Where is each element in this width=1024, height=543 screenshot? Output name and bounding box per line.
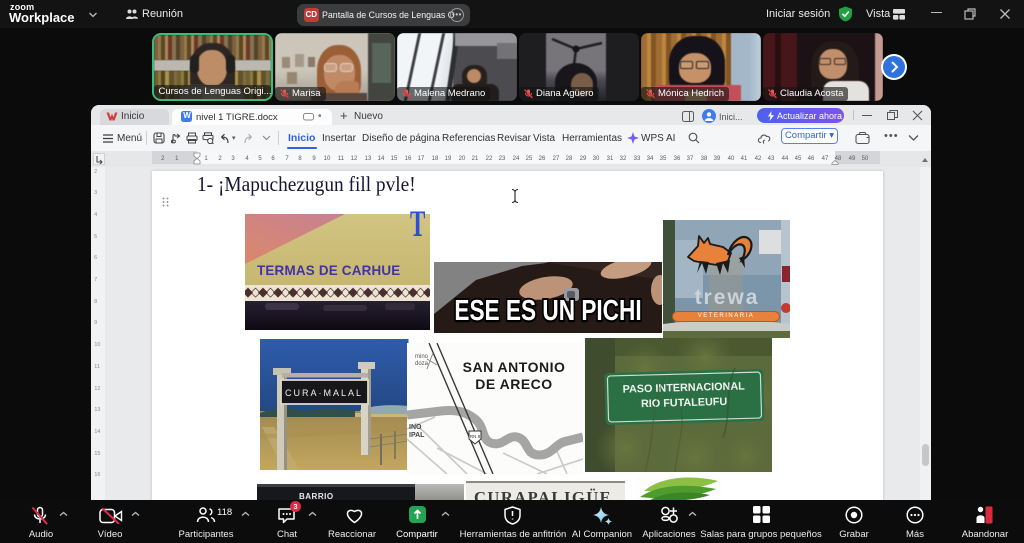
svg-text:INO: INO: [409, 424, 422, 431]
svg-text:RIO FUTALEUFU: RIO FUTALEUFU: [641, 395, 728, 409]
svg-text:CURA·MALAL: CURA·MALAL: [285, 388, 363, 398]
svg-text:doza: doza: [415, 361, 429, 367]
svg-text:mino: mino: [415, 354, 429, 360]
svg-text:RN 8: RN 8: [470, 434, 481, 439]
svg-text:IPAL: IPAL: [409, 432, 425, 439]
